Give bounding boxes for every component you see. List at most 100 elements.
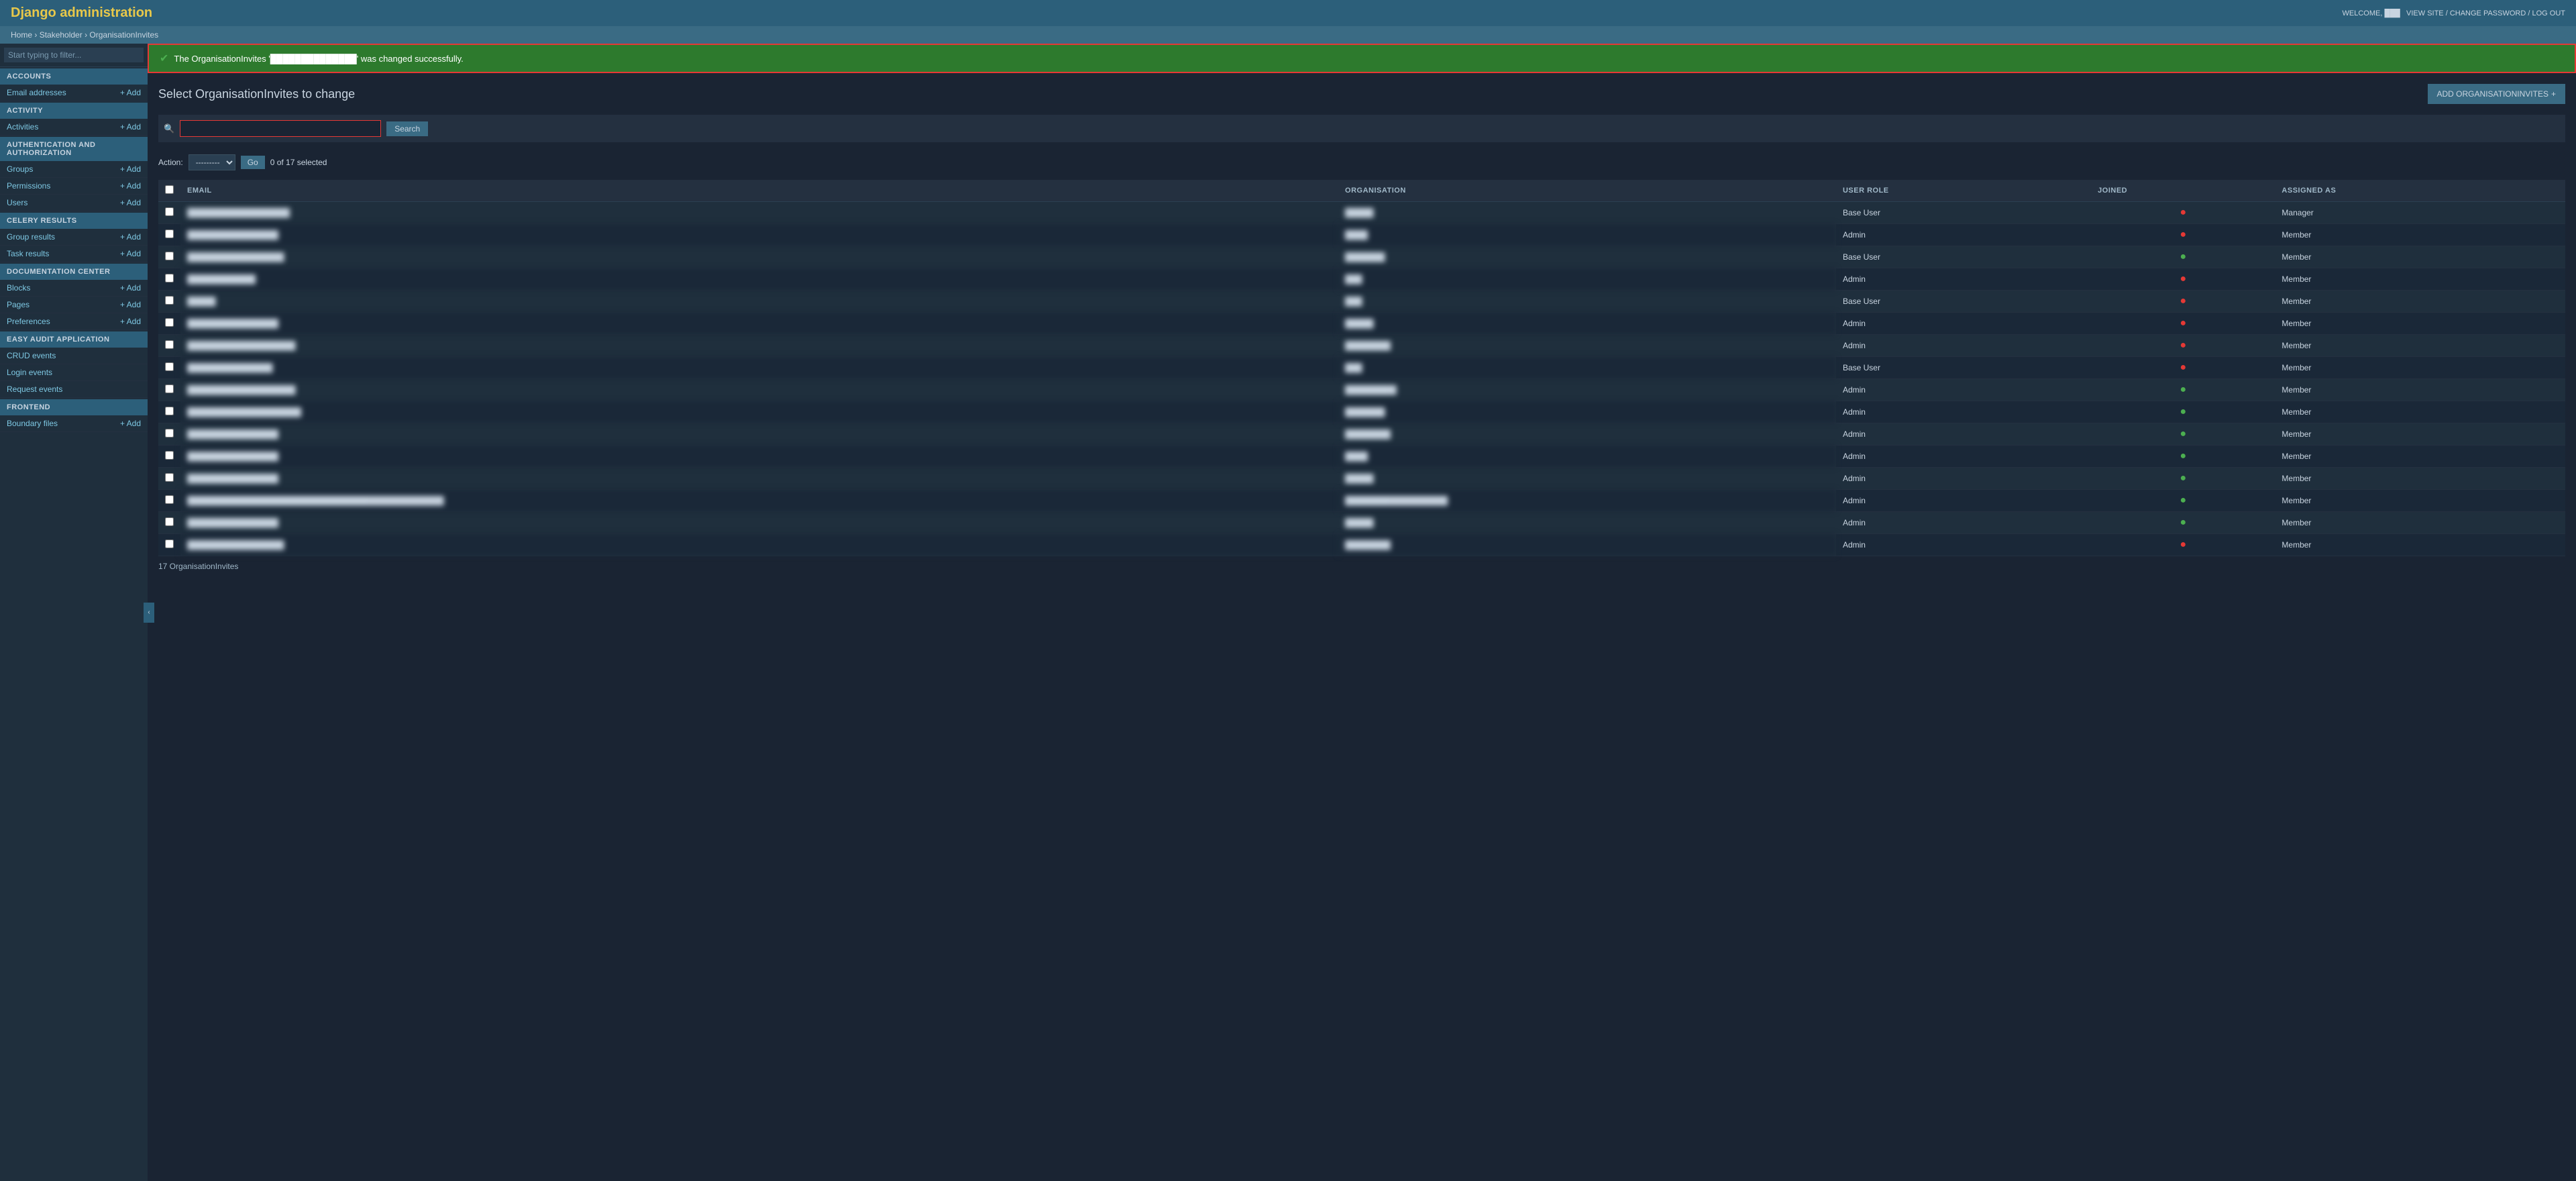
sidebar-link-permissions[interactable]: Permissions [7, 181, 50, 191]
sidebar-add-users[interactable]: + Add [120, 198, 141, 207]
sidebar-add-boundary-files[interactable]: + Add [120, 419, 141, 428]
view-site-link[interactable]: VIEW SITE [2406, 9, 2444, 17]
assigned-cell: Member [2275, 423, 2565, 446]
row-checkbox-0[interactable] [165, 207, 174, 216]
row-checkbox-cell [158, 423, 180, 446]
row-checkbox-4[interactable] [165, 296, 174, 305]
sidebar-link-email-addresses[interactable]: Email addresses [7, 88, 66, 97]
select-all-checkbox[interactable] [165, 185, 174, 194]
sidebar-add-preferences[interactable]: + Add [120, 317, 141, 326]
table-row: █████████████████ ███████ Base User ● Me… [158, 246, 2565, 268]
sidebar-add-pages[interactable]: + Add [120, 300, 141, 309]
email-cell[interactable]: ████████████████████████████████████████… [180, 490, 1338, 512]
row-checkbox-14[interactable] [165, 517, 174, 526]
email-cell[interactable]: █████████████████ [180, 246, 1338, 268]
assigned-cell: Manager [2275, 202, 2565, 224]
email-cell[interactable]: ████████████ [180, 268, 1338, 291]
row-checkbox-3[interactable] [165, 274, 174, 283]
sidebar-link-pages[interactable]: Pages [7, 300, 30, 309]
org-cell[interactable]: █████ [1338, 512, 1836, 534]
email-cell[interactable]: ███████████████████ [180, 335, 1338, 357]
org-cell[interactable]: ███ [1338, 291, 1836, 313]
sidebar-link-users[interactable]: Users [7, 198, 28, 207]
row-checkbox-13[interactable] [165, 495, 174, 504]
row-checkbox-12[interactable] [165, 473, 174, 482]
email-cell[interactable]: ████████████████ [180, 224, 1338, 246]
sidebar-collapse-button[interactable]: ‹ [144, 603, 154, 623]
search-button[interactable]: Search [386, 121, 428, 136]
main-layout: ACCOUNTS Email addresses + Add ACTIVITY … [0, 44, 2576, 1181]
row-checkbox-8[interactable] [165, 384, 174, 393]
org-cell[interactable]: ███ [1338, 268, 1836, 291]
joined-status-red: ● [2180, 207, 2186, 218]
email-cell[interactable]: █████ [180, 291, 1338, 313]
email-cell[interactable]: ████████████████████ [180, 401, 1338, 423]
org-cell[interactable]: ████████ [1338, 423, 1836, 446]
email-cell[interactable]: ████████████████ [180, 512, 1338, 534]
email-cell[interactable]: ████████████████ [180, 468, 1338, 490]
search-input[interactable] [180, 120, 381, 137]
org-cell[interactable]: █████ [1338, 468, 1836, 490]
org-cell[interactable]: ████ [1338, 446, 1836, 468]
email-cell[interactable]: ███████████████████ [180, 379, 1338, 401]
col-email[interactable]: EMAIL [180, 180, 1338, 202]
breadcrumb-home[interactable]: Home [11, 30, 32, 40]
org-cell[interactable]: ████ [1338, 224, 1836, 246]
sidebar-link-groups[interactable]: Groups [7, 164, 33, 174]
sidebar-link-blocks[interactable]: Blocks [7, 283, 30, 293]
org-cell[interactable]: █████ [1338, 313, 1836, 335]
sidebar-link-crud-events[interactable]: CRUD events [7, 351, 56, 360]
row-checkbox-11[interactable] [165, 451, 174, 460]
row-checkbox-10[interactable] [165, 429, 174, 438]
sidebar-add-activities[interactable]: + Add [120, 122, 141, 132]
email-cell[interactable]: ████████████████ [180, 423, 1338, 446]
sidebar-add-blocks[interactable]: + Add [120, 283, 141, 293]
org-cell[interactable]: ███████ [1338, 401, 1836, 423]
sidebar-link-boundary-files[interactable]: Boundary files [7, 419, 58, 428]
org-cell[interactable]: ███ [1338, 357, 1836, 379]
email-cell[interactable]: ███████████████ [180, 357, 1338, 379]
role-cell: Admin [1836, 224, 2091, 246]
row-checkbox-cell [158, 202, 180, 224]
breadcrumb-stakeholder[interactable]: Stakeholder [40, 30, 83, 40]
action-select[interactable]: --------- [189, 154, 235, 170]
action-go-button[interactable]: Go [241, 156, 265, 169]
sidebar-link-preferences[interactable]: Preferences [7, 317, 50, 326]
org-cell[interactable]: ████████ [1338, 534, 1836, 556]
org-cell[interactable]: █████████ [1338, 379, 1836, 401]
row-checkbox-15[interactable] [165, 540, 174, 548]
sidebar-link-group-results[interactable]: Group results [7, 232, 55, 242]
email-cell[interactable]: ████████████████ [180, 446, 1338, 468]
org-cell[interactable]: █████ [1338, 202, 1836, 224]
logout-link[interactable]: LOG OUT [2532, 9, 2565, 17]
joined-status-red: ● [2180, 295, 2186, 307]
sidebar-add-group-results[interactable]: + Add [120, 232, 141, 242]
row-checkbox-1[interactable] [165, 229, 174, 238]
col-user-role[interactable]: USER ROLE [1836, 180, 2091, 202]
change-password-link[interactable]: CHANGE PASSWORD [2450, 9, 2526, 17]
row-checkbox-7[interactable] [165, 362, 174, 371]
row-checkbox-2[interactable] [165, 252, 174, 260]
col-organisation[interactable]: ORGANISATION [1338, 180, 1836, 202]
row-checkbox-6[interactable] [165, 340, 174, 349]
org-cell[interactable]: ████████ [1338, 335, 1836, 357]
sidebar-filter-input[interactable] [4, 48, 144, 62]
sidebar-add-groups[interactable]: + Add [120, 164, 141, 174]
email-cell[interactable]: ████████████████ [180, 313, 1338, 335]
sidebar-link-login-events[interactable]: Login events [7, 368, 52, 377]
sidebar-link-request-events[interactable]: Request events [7, 384, 62, 394]
org-cell[interactable]: ███████ [1338, 246, 1836, 268]
email-cell[interactable]: ██████████████████ [180, 202, 1338, 224]
col-joined[interactable]: JOINED [2091, 180, 2275, 202]
row-checkbox-5[interactable] [165, 318, 174, 327]
row-checkbox-9[interactable] [165, 407, 174, 415]
add-organisationinvites-button[interactable]: ADD ORGANISATIONINVITES + [2428, 84, 2565, 104]
sidebar-add-task-results[interactable]: + Add [120, 249, 141, 258]
org-cell[interactable]: ██████████████████ [1338, 490, 1836, 512]
col-assigned-as[interactable]: ASSIGNED AS [2275, 180, 2565, 202]
email-cell[interactable]: █████████████████ [180, 534, 1338, 556]
sidebar-add-permissions[interactable]: + Add [120, 181, 141, 191]
sidebar-add-email-addresses[interactable]: + Add [120, 88, 141, 97]
sidebar-link-activities[interactable]: Activities [7, 122, 38, 132]
sidebar-link-task-results[interactable]: Task results [7, 249, 49, 258]
